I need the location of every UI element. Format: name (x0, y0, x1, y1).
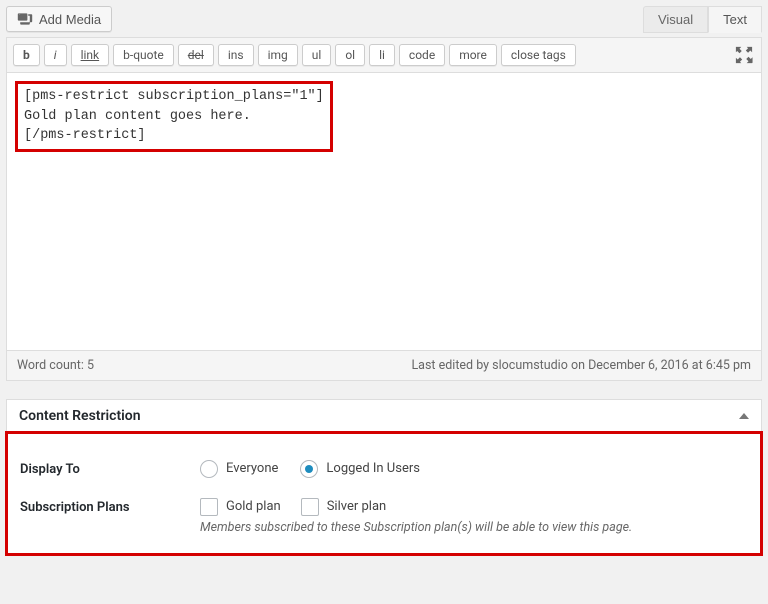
media-icon (17, 11, 33, 27)
display-to-row: Display To Everyone Logged In Users (20, 446, 748, 484)
last-edited: Last edited by slocumstudio on December … (411, 358, 751, 373)
editor-mode-tabs: Visual Text (6, 6, 762, 33)
metabox-title: Content Restriction (19, 408, 141, 424)
qt-del-button[interactable]: del (178, 44, 214, 66)
editor-blank-space (15, 152, 753, 342)
qt-bquote-button[interactable]: b-quote (113, 44, 174, 66)
qt-bold-button[interactable]: b (13, 44, 40, 66)
radio-icon (200, 460, 218, 478)
code-line: [/pms-restrict] (24, 126, 324, 146)
qt-li-button[interactable]: li (369, 44, 395, 66)
subscription-plans-row: Subscription Plans Gold plan Silver plan… (20, 484, 748, 541)
editor-status-bar: Word count: 5 Last edited by slocumstudi… (7, 350, 761, 380)
content-highlight: [pms-restrict subscription_plans="1"] Go… (15, 81, 333, 152)
radio-logged-in[interactable]: Logged In Users (300, 460, 420, 478)
qt-close-button[interactable]: close tags (501, 44, 576, 66)
qt-link-button[interactable]: link (71, 44, 110, 66)
metabox-header[interactable]: Content Restriction (7, 400, 761, 433)
code-line: Gold plan content goes here. (24, 107, 324, 127)
display-to-label: Display To (20, 460, 200, 477)
checkbox-label: Silver plan (327, 499, 387, 514)
checkbox-icon (301, 498, 319, 516)
plans-description: Members subscribed to these Subscription… (200, 520, 748, 535)
radio-everyone[interactable]: Everyone (200, 460, 278, 478)
checkbox-icon (200, 498, 218, 516)
quicktags-toolbar: b i link b-quote del ins img ul ol li co… (7, 38, 761, 73)
qt-ol-button[interactable]: ol (335, 44, 365, 66)
fullscreen-icon[interactable] (733, 44, 755, 66)
code-line: [pms-restrict subscription_plans="1"] (24, 87, 324, 107)
qt-ins-button[interactable]: ins (218, 44, 254, 66)
checkbox-gold[interactable]: Gold plan (200, 498, 281, 516)
qt-italic-button[interactable]: i (44, 44, 67, 66)
add-media-button[interactable]: Add Media (6, 6, 112, 32)
qt-more-button[interactable]: more (449, 44, 497, 66)
radio-label: Everyone (226, 461, 278, 476)
tab-text[interactable]: Text (708, 6, 762, 33)
add-media-label: Add Media (39, 12, 101, 27)
qt-code-button[interactable]: code (399, 44, 445, 66)
word-count: Word count: 5 (17, 358, 94, 373)
tab-visual[interactable]: Visual (643, 6, 708, 33)
checkbox-silver[interactable]: Silver plan (301, 498, 387, 516)
metabox-body: Display To Everyone Logged In Users (5, 431, 763, 556)
qt-img-button[interactable]: img (258, 44, 298, 66)
radio-icon (300, 460, 318, 478)
editor-textarea[interactable]: [pms-restrict subscription_plans="1"] Go… (7, 73, 761, 350)
content-restriction-metabox: Content Restriction Display To Everyone … (6, 399, 762, 555)
qt-ul-button[interactable]: ul (302, 44, 332, 66)
radio-label: Logged In Users (326, 461, 420, 476)
plans-label: Subscription Plans (20, 498, 200, 515)
collapse-icon (739, 413, 749, 419)
editor-container: b i link b-quote del ins img ul ol li co… (6, 37, 762, 381)
checkbox-label: Gold plan (226, 499, 281, 514)
